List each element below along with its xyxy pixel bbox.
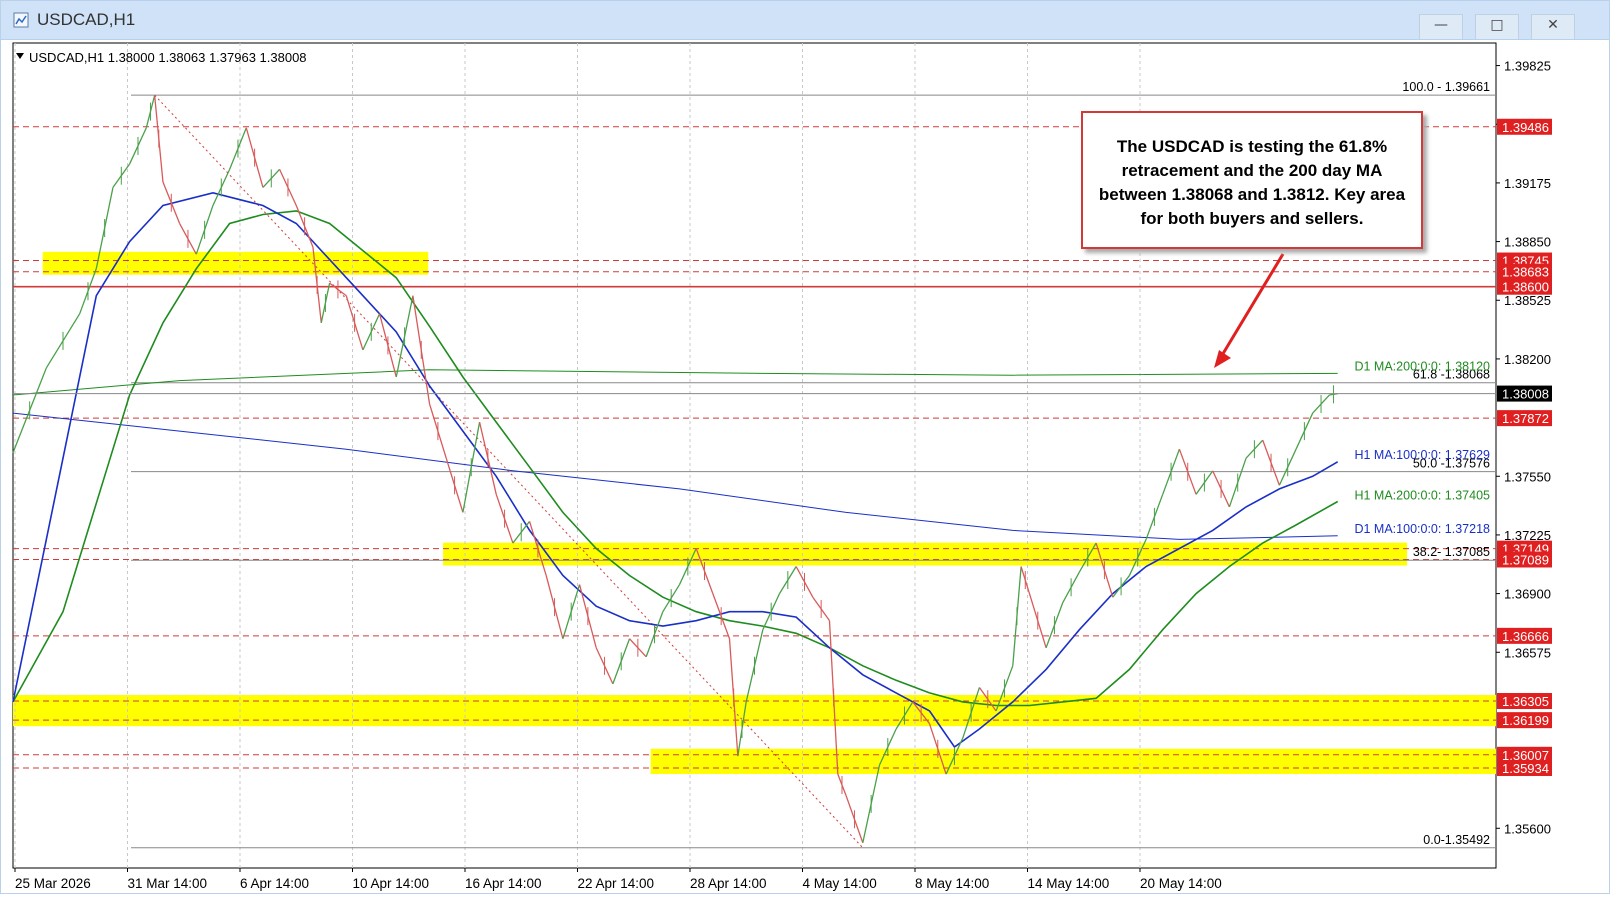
x-tick-label: 4 May 14:00 [803,876,877,891]
annotation-box: The USDCAD is testing the 61.8% retracem… [1081,111,1423,249]
fib-level-label: 100.0 - 1.39661 [1402,80,1490,94]
fib-level-label: 38.2- 1.37085 [1413,545,1490,559]
y-tick-label: 1.36900 [1504,587,1551,602]
ma-label: H1 MA:200:0:0: 1.37405 [1354,488,1490,502]
chart-info-label: USDCAD,H1 1.38000 1.38063 1.37963 1.3800… [29,50,307,65]
minimize-icon: — [1434,17,1448,33]
x-tick-label: 8 May 14:00 [915,876,989,891]
annotation-text: The USDCAD is testing the 61.8% retracem… [1098,137,1406,228]
y-tick-label: 1.38850 [1504,235,1551,250]
chart-window: USDCAD,H1 — □ ✕ 100.0 - 1.39661 61.8 -1.3… [0,0,1610,894]
ma-label: H1 MA:100:0:0: 1.37629 [1354,448,1490,462]
yellow-zone-1 [443,542,1408,566]
price-tag-label: 1.38600 [1502,280,1549,295]
close-button[interactable]: ✕ [1531,14,1575,39]
window-title: USDCAD,H1 [37,10,136,29]
maximize-button[interactable]: □ [1475,14,1519,39]
price-tag-label: 1.36305 [1502,694,1549,709]
y-tick-label: 1.38525 [1504,293,1551,308]
x-tick-label: 25 Mar 2026 [15,876,91,891]
price-tag-label: 1.37872 [1502,411,1549,426]
price-tag-label: 1.39486 [1502,120,1549,135]
fib-level-label: 0.0-1.35492 [1423,833,1490,847]
x-tick-label: 10 Apr 14:00 [353,876,430,891]
yellow-zone-3 [650,748,1496,774]
y-tick-label: 1.37550 [1504,469,1551,484]
x-tick-label: 31 Mar 14:00 [128,876,208,891]
price-tag-label: 1.35934 [1502,761,1549,776]
title-bar: USDCAD,H1 — □ ✕ [1,1,1609,40]
ma-label: D1 MA:100:0:0: 1.37218 [1354,522,1490,536]
chart-icon [13,12,29,28]
minimize-button[interactable]: — [1419,14,1463,39]
yellow-zone-2 [13,695,1496,727]
maximize-icon: □ [1490,17,1504,33]
ma-label: D1 MA:200:0:0: 1.38120 [1354,359,1490,373]
x-tick-label: 22 Apr 14:00 [578,876,655,891]
x-tick-label: 14 May 14:00 [1028,876,1110,891]
price-tag-label: 1.36199 [1502,713,1549,728]
x-tick-label: 28 Apr 14:00 [690,876,767,891]
price-tag-label: 1.36666 [1502,629,1549,644]
y-tick-label: 1.39175 [1504,176,1551,191]
y-tick-label: 1.36575 [1504,645,1551,660]
x-tick-label: 20 May 14:00 [1140,876,1222,891]
close-icon: ✕ [1547,17,1559,33]
current-price-tag-label: 1.38008 [1502,387,1549,402]
x-tick-label: 6 Apr 14:00 [240,876,309,891]
x-tick-label: 16 Apr 14:00 [465,876,542,891]
y-tick-label: 1.39825 [1504,59,1551,74]
price-tag-label: 1.38683 [1502,265,1549,280]
y-tick-label: 1.38200 [1504,352,1551,367]
y-tick-label: 1.35600 [1504,821,1551,836]
price-tag-label: 1.37089 [1502,552,1549,567]
